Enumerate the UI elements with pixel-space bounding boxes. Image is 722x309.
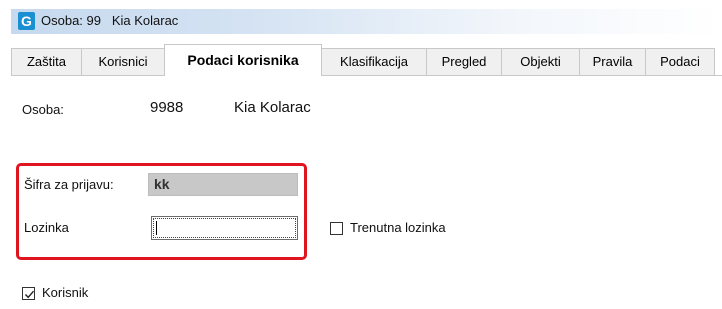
tab-klasifikacija[interactable]: Klasifikacija [321,48,427,75]
checkmark-icon [24,290,35,299]
person-name: Kia Kolarac [234,99,311,116]
tab-podaci[interactable]: Podaci [645,48,715,75]
login-code-field[interactable]: kk [148,173,298,196]
password-label: Lozinka [24,220,69,235]
tab-pravila[interactable]: Pravila [579,48,646,75]
current-password-checkbox[interactable] [330,222,343,235]
tab-podaci-korisnika[interactable]: Podaci korisnika [164,44,322,76]
tab-pregled[interactable]: Pregled [426,48,502,75]
login-code-label: Šifra za prijavu: [24,177,114,192]
person-label: Osoba: [22,102,64,117]
current-password-label: Trenutna lozinka [350,220,446,235]
window-titlebar: G Osoba: 99 Kia Kolarac [11,9,722,34]
tab-objekti[interactable]: Objekti [501,48,580,75]
tab-strip-divider [11,75,722,76]
app-logo-icon: G [18,12,35,30]
user-checkbox-label: Korisnik [42,285,89,300]
text-caret [156,221,157,235]
user-checkbox[interactable] [22,287,35,300]
tab-zastita[interactable]: Zaštita [11,48,82,75]
password-field[interactable] [151,216,298,240]
person-id: 9988 [150,99,184,116]
window-title: Osoba: 99 Kia Kolarac [41,13,179,28]
tab-korisnici[interactable]: Korisnici [81,48,165,75]
